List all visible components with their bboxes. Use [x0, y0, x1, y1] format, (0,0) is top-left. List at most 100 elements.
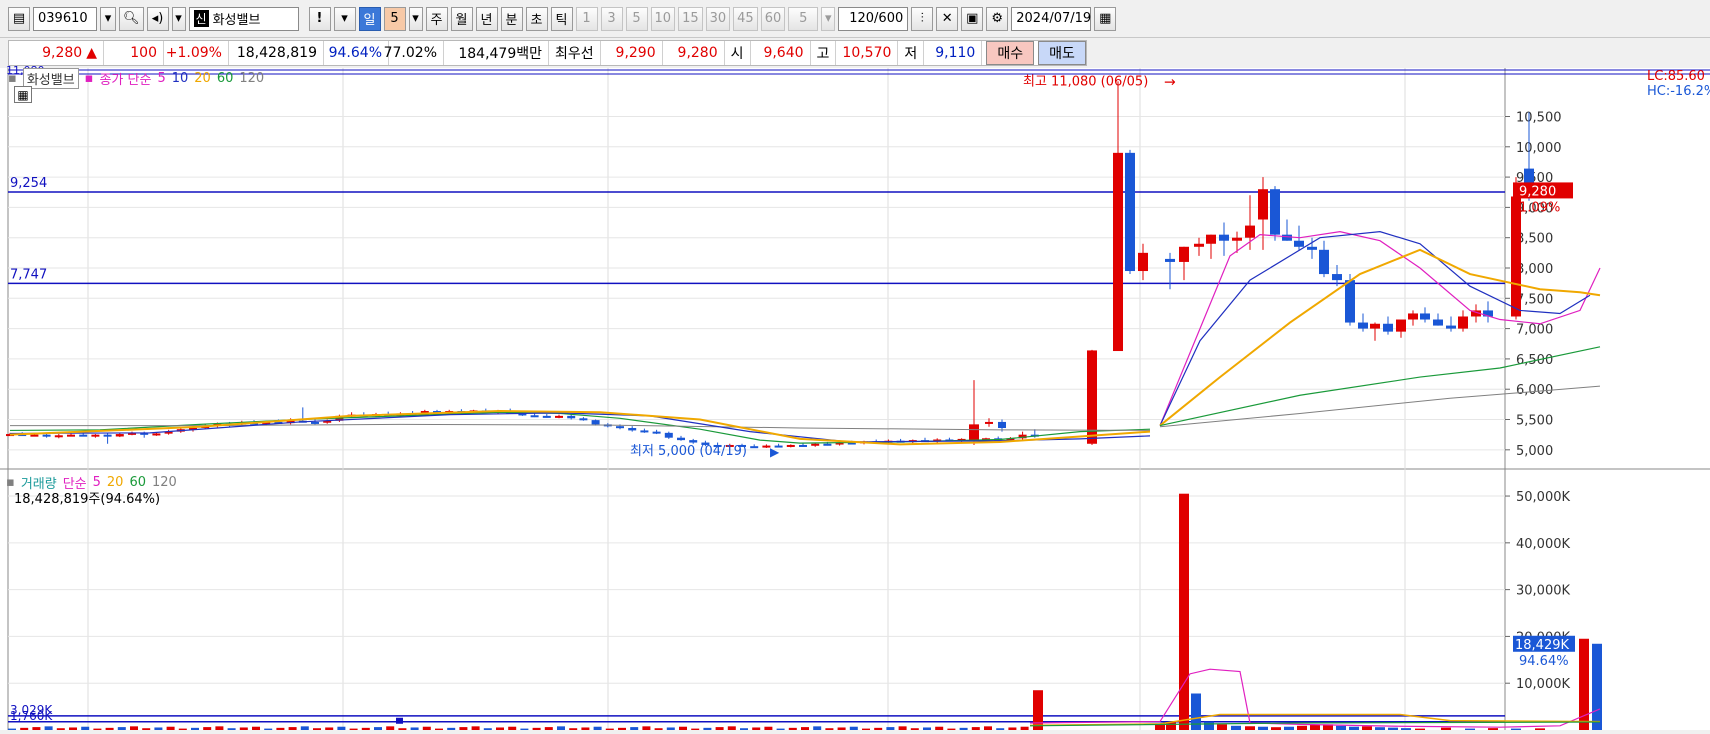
interval-1-button[interactable]: 1 — [575, 6, 598, 31]
buy-button[interactable]: 매수 — [986, 41, 1035, 65]
period-min-button[interactable]: 분 — [500, 6, 523, 31]
candle-body — [1358, 322, 1368, 329]
volume-bar-small — [727, 726, 736, 730]
candle-body — [985, 421, 993, 424]
stock-code-input[interactable]: 039610 — [33, 6, 97, 31]
price-tick-label: 7,500 — [1516, 292, 1553, 307]
volume-bar-small — [984, 726, 992, 730]
stock-name-field[interactable]: 신 화성밸브 — [188, 6, 299, 31]
calendar-icon[interactable]: ▦ — [1094, 6, 1117, 31]
indicator-icon[interactable]: ⫶ — [911, 6, 934, 31]
count-max: /600 — [874, 11, 904, 26]
candle-body — [42, 434, 51, 437]
period-dropdown-icon[interactable]: ▾ — [408, 6, 423, 31]
candle-body — [555, 415, 563, 418]
candle-body — [103, 434, 112, 437]
interval-15-button[interactable]: 15 — [678, 6, 703, 31]
period-value-button[interactable]: 5 — [383, 6, 406, 31]
candle-body — [969, 424, 979, 442]
table-view-icon[interactable]: ▦ — [14, 86, 32, 103]
candle-body — [616, 426, 624, 429]
interval-60-button[interactable]: 60 — [760, 6, 786, 31]
current-price: 9,280 — [42, 45, 83, 61]
current-change-axis-label: 1.09% — [1519, 200, 1560, 215]
price-volume-chart[interactable]: 10,50010,0009,5009,0008,5008,0007,5007,0… — [0, 68, 1710, 730]
low-label: 저 — [904, 46, 918, 62]
volume-bar — [1310, 724, 1320, 730]
crosshair-icon[interactable]: ✕ — [936, 6, 959, 31]
alert-button[interactable]: ! — [308, 6, 331, 31]
candle-body — [1307, 246, 1317, 250]
volume-bar — [1217, 724, 1227, 730]
interval-45-button[interactable]: 45 — [733, 6, 758, 31]
interval-select[interactable]: 5 — [788, 6, 819, 31]
candle-body — [1125, 152, 1135, 272]
candle-body — [1165, 258, 1175, 262]
price-change-pct: +1.09% — [165, 45, 222, 61]
interval-dropdown-icon[interactable]: ▾ — [821, 6, 836, 31]
current-volume-label: 18,429K — [1515, 638, 1569, 653]
speaker-dropdown-icon[interactable]: ▾ — [171, 6, 186, 31]
candle-body — [591, 420, 600, 425]
candle-body — [689, 440, 698, 443]
period-sec-button[interactable]: 초 — [525, 6, 548, 31]
candle-body — [998, 421, 1006, 428]
layout-icon[interactable]: ▤ — [8, 6, 30, 31]
high-label: 고 — [816, 46, 830, 62]
volume-bar-small — [642, 726, 651, 730]
candle-body — [67, 434, 75, 437]
best-bid: 9,280 — [677, 45, 718, 61]
volume-bar — [1297, 725, 1307, 730]
interval-5-button[interactable]: 5 — [625, 6, 648, 31]
candle-body — [152, 433, 161, 436]
candle-body — [311, 421, 319, 424]
candle-body — [811, 443, 820, 446]
interval-10-button[interactable]: 10 — [650, 6, 676, 31]
candle-body — [567, 415, 576, 419]
period-month-button[interactable]: 월 — [450, 6, 473, 31]
legend-square-icon: ▪ — [8, 71, 17, 86]
period-tick-button[interactable]: 틱 — [550, 6, 573, 31]
interval-3-button[interactable]: 3 — [600, 6, 623, 31]
volume-bar — [1033, 690, 1043, 730]
best-quote-label: 최우선 — [555, 46, 594, 62]
interval-30-button[interactable]: 30 — [705, 6, 731, 31]
count-input[interactable]: 120/600 — [838, 6, 909, 31]
candle-body — [542, 415, 551, 418]
period-week-button[interactable]: 주 — [425, 6, 448, 31]
save-icon[interactable]: ▣ — [961, 6, 984, 31]
gear-icon[interactable]: ⚙ — [986, 6, 1009, 31]
volume-info-text: 18,428,819주(94.64%) — [14, 492, 161, 507]
price-tick-label: 10,500 — [1516, 110, 1562, 125]
code-dropdown-icon[interactable]: ▾ — [100, 6, 116, 31]
volume-tick-label: 50,000K — [1516, 490, 1570, 505]
volume-bar-small — [300, 726, 309, 730]
high-price: 10,570 — [842, 45, 892, 61]
candle-body — [1408, 313, 1418, 320]
date-field[interactable]: 2024/07/19 — [1011, 6, 1092, 31]
legend-ma60: 60 — [216, 71, 234, 86]
sell-button[interactable]: 매도 — [1038, 41, 1086, 65]
price-legend-row: ▪ 화성밸브 ▪ 종가 단순 5 10 20 60 120 — [8, 68, 264, 89]
volume-bar — [1336, 725, 1346, 730]
candle-body — [1458, 316, 1468, 329]
volume-bar — [1204, 721, 1214, 730]
period-day-button[interactable]: 일 — [358, 6, 381, 31]
low-annotation: 최저 5,000 (04/19) — [630, 444, 747, 459]
hc-label: HC:-16.2% — [1647, 84, 1710, 99]
search-icon[interactable]: 🔍︎ — [119, 6, 144, 31]
candle-body — [1219, 234, 1229, 241]
credit-badge: 신 — [193, 10, 209, 27]
settings-small-icon[interactable]: ▾ — [333, 6, 356, 31]
volume-bar — [1245, 726, 1255, 730]
speaker-icon[interactable]: ◂) — [146, 6, 169, 31]
period-year-button[interactable]: 년 — [475, 6, 498, 31]
price-tick-label: 5,500 — [1516, 414, 1553, 429]
candle-body — [786, 444, 795, 447]
candle-body — [664, 432, 673, 438]
candle-body — [750, 446, 759, 449]
candle-body — [1138, 252, 1148, 272]
current-volume-ratio: 94.64% — [1519, 654, 1569, 669]
legend-ma-label: 종가 단순 — [99, 73, 152, 88]
chart-area[interactable]: 10,500 10,000 9,500 9,000 8,500 8,000 7,500 7,0… — [0, 64, 1710, 730]
